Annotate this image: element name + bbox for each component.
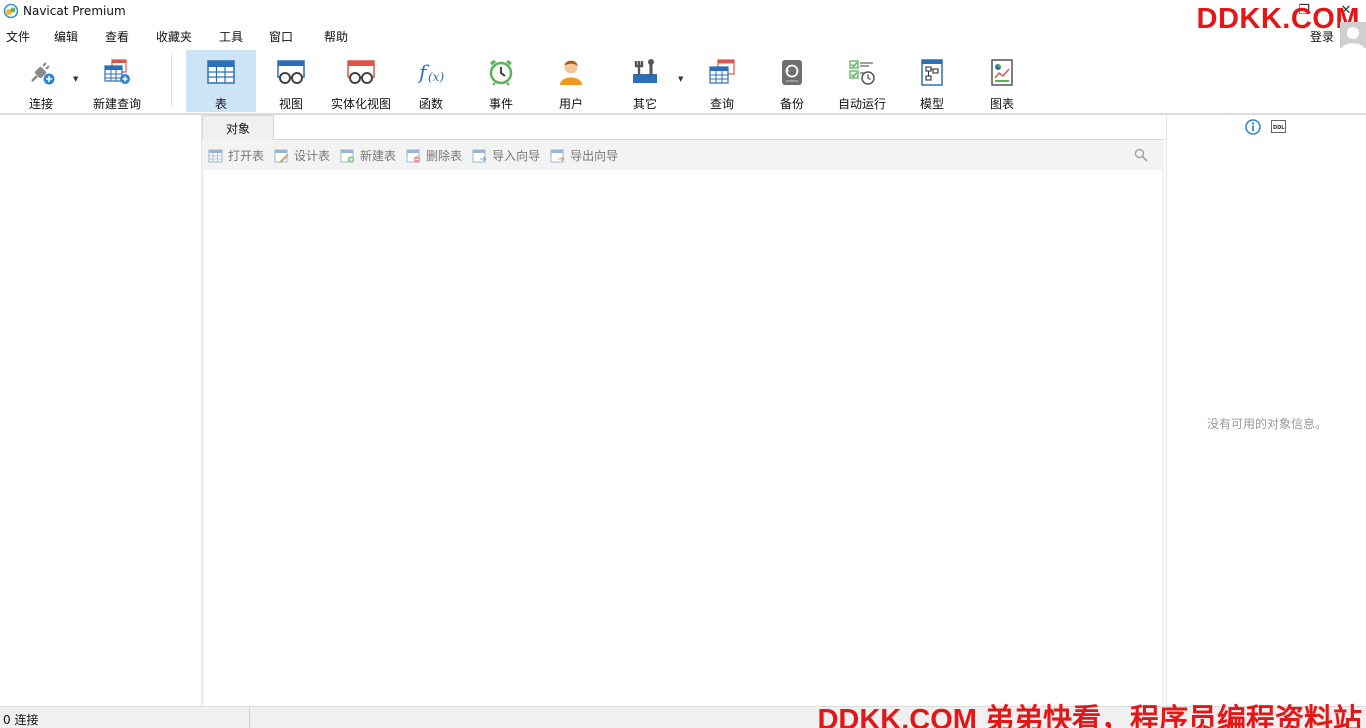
other-label: 其它	[632, 97, 657, 111]
watermark-bottom: DDKK.COM 弟弟快看，程序员编程资料站	[817, 704, 1362, 728]
new-query-button[interactable]: 新建查询	[88, 50, 146, 112]
chart-label: 图表	[989, 97, 1014, 111]
materialized-view-button[interactable]: 实体化视图	[327, 50, 395, 112]
open-table-icon	[208, 149, 223, 162]
table-button[interactable]: 表	[186, 50, 256, 112]
new-table-icon	[340, 149, 355, 163]
view-icon	[276, 57, 306, 87]
tab-objects[interactable]: 对象	[202, 115, 274, 140]
main-toolbar: 连接 ▼ 新建查询 表 视图 实体化视图 f (x) 函数 事件 用户 其它 ▼…	[0, 48, 1366, 113]
view-button[interactable]: 视图	[262, 50, 320, 112]
table-label: 表	[214, 97, 227, 111]
export-wizard-button[interactable]: 导出向导	[550, 147, 618, 164]
table-icon	[206, 57, 236, 87]
new-table-button[interactable]: 新建表	[340, 147, 396, 164]
toolbar-divider	[171, 54, 172, 108]
connect-label: 连接	[28, 97, 53, 111]
export-wizard-icon	[550, 149, 565, 162]
design-table-button[interactable]: 设计表	[274, 147, 330, 164]
backup-label: 备份	[779, 97, 804, 111]
delete-table-icon	[406, 149, 421, 163]
model-button[interactable]: 模型	[903, 50, 961, 112]
backup-icon	[777, 57, 807, 87]
other-dropdown-icon[interactable]: ▼	[678, 75, 683, 83]
connect-button[interactable]: 连接	[18, 50, 64, 112]
function-icon: f (x)	[416, 57, 446, 87]
function-label: 函数	[418, 97, 443, 111]
menu-favorites[interactable]: 收藏夹	[150, 28, 198, 45]
info-icon[interactable]	[1245, 119, 1261, 135]
import-wizard-label: 导入向导	[492, 149, 541, 163]
automation-icon	[847, 57, 877, 87]
design-table-icon	[274, 149, 289, 163]
object-list[interactable]	[204, 170, 1162, 706]
svg-text:DDL: DDL	[1273, 125, 1285, 131]
query-label: 查询	[709, 97, 734, 111]
connection-navigator[interactable]	[0, 115, 202, 706]
menu-help[interactable]: 帮助	[318, 28, 354, 45]
backup-button[interactable]: 备份	[763, 50, 821, 112]
design-table-label: 设计表	[294, 149, 331, 163]
menu-tools[interactable]: 工具	[213, 28, 249, 45]
automation-label: 自动运行	[837, 97, 886, 111]
delete-table-button[interactable]: 删除表	[406, 147, 462, 164]
alarm-clock-icon	[486, 57, 516, 87]
user-button[interactable]: 用户	[542, 50, 600, 112]
navicat-logo-icon	[3, 3, 19, 19]
import-wizard-button[interactable]: 导入向导	[472, 147, 540, 164]
avatar[interactable]	[1340, 22, 1366, 50]
function-button[interactable]: f (x) 函数	[402, 50, 460, 112]
query-button[interactable]: 查询	[693, 50, 751, 112]
object-toolbar: 打开表 设计表 新建表 删除表 导入向导 导出向导	[202, 141, 1164, 170]
delete-table-label: 删除表	[426, 149, 463, 163]
menu-file[interactable]: 文件	[0, 28, 36, 45]
open-table-label: 打开表	[228, 149, 265, 163]
menu-window[interactable]: 窗口	[263, 28, 299, 45]
materialized-view-label: 实体化视图	[330, 97, 391, 111]
search-icon[interactable]	[1134, 148, 1148, 162]
import-wizard-icon	[472, 149, 487, 162]
export-wizard-label: 导出向导	[570, 149, 619, 163]
tools-icon	[630, 57, 660, 87]
menu-bar: 文件 编辑 查看 收藏夹 工具 窗口 帮助	[0, 24, 1366, 48]
query-icon	[707, 57, 737, 87]
event-label: 事件	[488, 97, 513, 111]
window-title: Navicat Premium	[23, 4, 126, 18]
object-pane: 对象 打开表 设计表 新建表 删除表 导入向导 导出向导	[202, 115, 1164, 706]
menu-edit[interactable]: 编辑	[48, 28, 84, 45]
new-query-icon	[102, 57, 132, 87]
menu-view[interactable]: 查看	[99, 28, 135, 45]
view-label: 视图	[278, 97, 303, 111]
status-divider	[249, 708, 250, 728]
connection-count: 0 连接	[3, 713, 39, 727]
new-query-label: 新建查询	[92, 97, 141, 111]
user-label: 用户	[558, 97, 583, 111]
title-bar: Navicat Premium ❐ ✕	[0, 0, 1366, 22]
user-avatar-icon	[1341, 27, 1365, 50]
no-info-message: 没有可用的对象信息。	[1206, 417, 1327, 431]
user-icon	[556, 57, 586, 87]
login-link[interactable]: 登录	[1310, 28, 1334, 45]
connect-dropdown-icon[interactable]: ▼	[73, 75, 78, 83]
tab-strip: 对象	[202, 115, 1164, 140]
open-table-button[interactable]: 打开表	[208, 147, 264, 164]
model-label: 模型	[919, 97, 944, 111]
materialized-view-icon	[346, 57, 376, 87]
other-button[interactable]: 其它	[616, 50, 674, 112]
chart-icon	[987, 57, 1017, 87]
info-panel: DDL 没有可用的对象信息。	[1166, 115, 1366, 706]
svg-text:(x): (x)	[428, 70, 444, 84]
ddl-icon[interactable]: DDL	[1271, 120, 1286, 133]
plug-icon	[26, 57, 56, 87]
model-icon	[917, 57, 947, 87]
chart-button[interactable]: 图表	[973, 50, 1031, 112]
new-table-label: 新建表	[360, 149, 397, 163]
event-button[interactable]: 事件	[472, 50, 530, 112]
automation-button[interactable]: 自动运行	[833, 50, 891, 112]
